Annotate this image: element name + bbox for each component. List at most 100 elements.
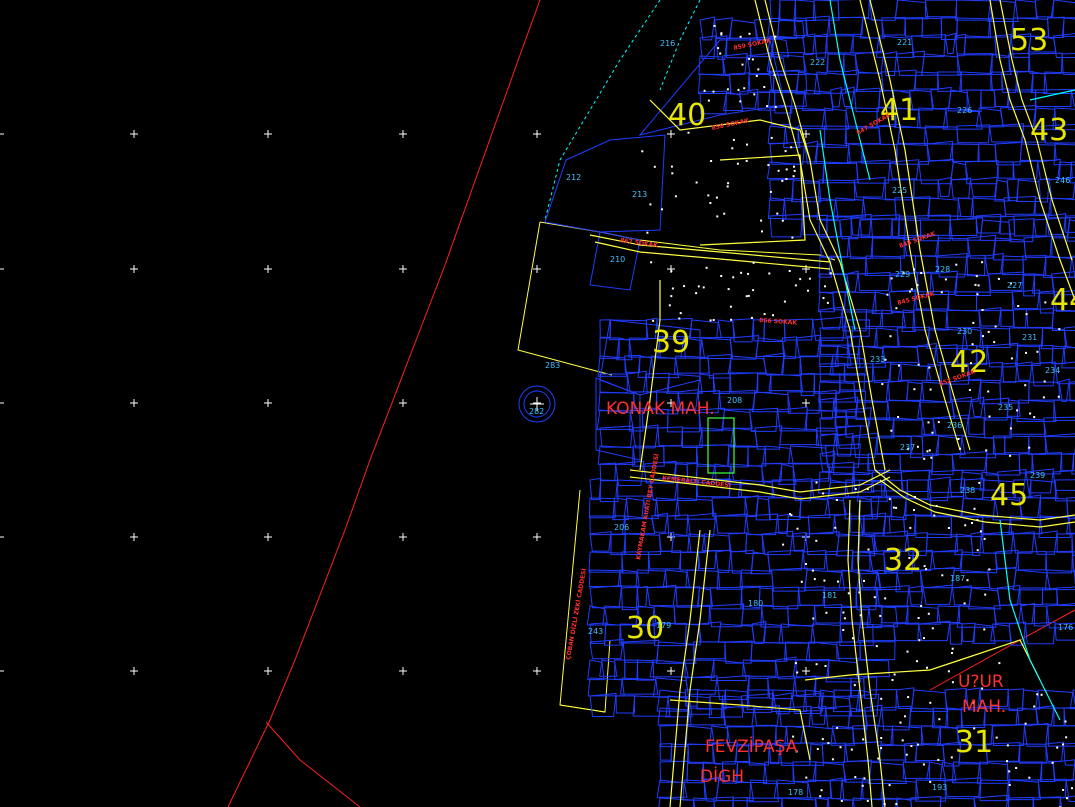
building-dot (826, 301, 829, 304)
building-dot (710, 160, 713, 162)
building-dot (944, 278, 947, 281)
building-dot (752, 289, 755, 292)
building-dot (1017, 305, 1020, 307)
building-dot (923, 637, 925, 640)
building-dot (910, 745, 913, 747)
building-dot (739, 100, 742, 103)
building-dot (740, 271, 743, 274)
building-dot (729, 305, 732, 308)
building-dot (1058, 328, 1061, 331)
building-dot (972, 321, 975, 324)
building-dot (1029, 412, 1032, 415)
building-dot (906, 650, 909, 653)
building-dot (941, 574, 944, 577)
building-dot (904, 715, 906, 718)
building-dot (1025, 351, 1027, 354)
building-dot (913, 509, 915, 511)
building-dot (705, 266, 708, 269)
building-dot (796, 527, 799, 530)
building-dot (893, 673, 896, 676)
building-dot (927, 612, 930, 615)
building-dot (732, 138, 735, 141)
building-dot (922, 763, 925, 766)
block-number: 40 (668, 98, 706, 133)
cadastral-map[interactable]: KONAK MAH.FEVZİPAŞADİGHU?URMAH.40 4139423… (0, 0, 1075, 807)
building-dot (794, 284, 797, 287)
building-dot (910, 288, 913, 291)
building-dot (928, 366, 931, 369)
building-dot (822, 297, 825, 299)
building-dot (839, 746, 842, 749)
building-dot (973, 507, 976, 510)
parcel-number: 176 (1058, 623, 1073, 632)
parcel-number: 226 (957, 106, 972, 115)
building-dot (822, 492, 825, 495)
building-dot (783, 300, 786, 303)
building-dot (884, 597, 887, 600)
building-dot (670, 270, 673, 273)
building-dot (793, 165, 795, 168)
building-dot (916, 284, 919, 287)
building-dot (751, 58, 754, 61)
building-dot (862, 738, 865, 741)
building-dot (720, 275, 723, 277)
building-dot (792, 175, 795, 178)
block-number: 43 (1030, 113, 1068, 148)
building-dot (683, 285, 686, 288)
building-dot (753, 93, 756, 96)
port-symbol[interactable] (518, 385, 556, 423)
building-dot (863, 579, 865, 582)
building-dot (889, 335, 892, 338)
building-dot (768, 272, 771, 275)
parcel-number: 235 (998, 403, 1013, 412)
building-dot (977, 284, 980, 287)
building-dot (737, 88, 740, 91)
building-dot (926, 666, 928, 669)
building-dot (807, 289, 809, 292)
building-dot (998, 662, 1001, 665)
building-dot (982, 335, 984, 338)
building-dot (678, 317, 681, 320)
building-dot (880, 697, 883, 700)
building-dot (719, 52, 722, 55)
building-dot (821, 738, 824, 741)
building-dot (1010, 357, 1013, 360)
building-dot (739, 35, 742, 38)
building-dot (726, 88, 729, 91)
building-dot (988, 415, 991, 418)
building-dot (713, 24, 716, 27)
building-dot (1024, 384, 1027, 387)
building-dot (736, 162, 739, 165)
parcel-number: 180 (748, 599, 763, 608)
building-dot (646, 231, 649, 234)
parcel-number: 181 (822, 591, 837, 600)
building-dot (873, 596, 876, 599)
building-dot (815, 481, 818, 484)
building-dot (815, 663, 818, 666)
building-dot (763, 313, 766, 316)
building-dot (1066, 797, 1068, 800)
building-dot (731, 147, 734, 150)
building-dot (913, 268, 915, 271)
building-dot (858, 591, 861, 594)
building-dot (776, 212, 779, 215)
building-dot (720, 32, 723, 35)
building-dot (766, 105, 769, 108)
building-dot (867, 548, 870, 551)
parcel-number: 187 (950, 574, 965, 583)
building-dot (892, 506, 895, 509)
building-dot (950, 756, 953, 759)
building-dot (772, 314, 774, 317)
building-dot (652, 319, 655, 322)
building-dot (847, 592, 850, 595)
parcel-number: 238 (960, 486, 975, 495)
building-dot (1028, 776, 1031, 779)
building-dot (993, 341, 996, 344)
building-dot (879, 614, 882, 617)
building-dot (794, 662, 797, 665)
building-dot (853, 684, 856, 687)
parcel-number: 243 (588, 627, 603, 636)
building-dot (789, 513, 791, 515)
building-dot (791, 236, 794, 239)
building-dot (875, 645, 878, 648)
